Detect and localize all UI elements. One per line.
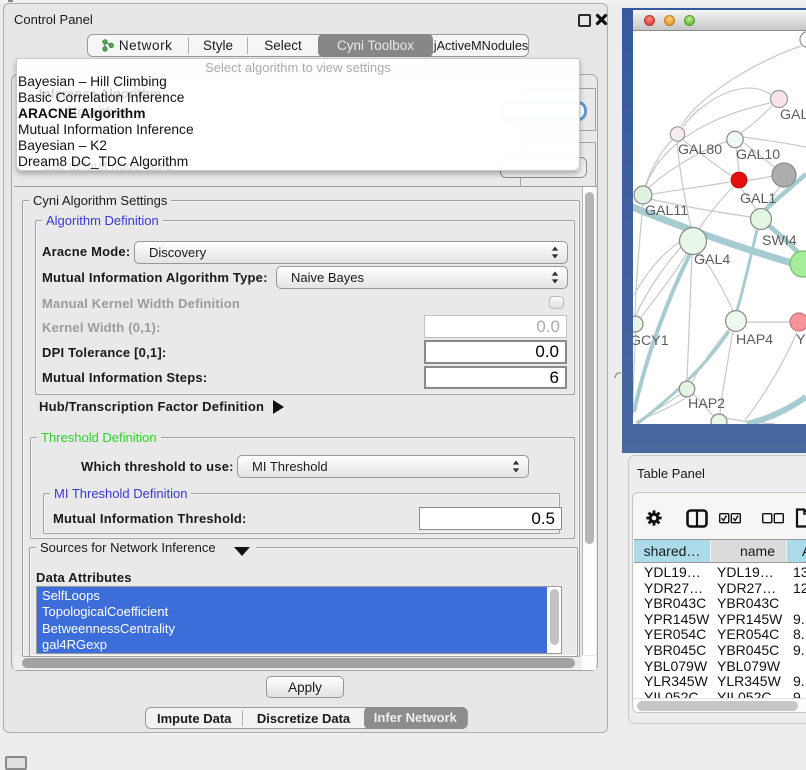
svg-text:GAL: GAL xyxy=(780,107,806,123)
svg-text:HAP2: HAP2 xyxy=(688,396,725,412)
svg-text:GCY1: GCY1 xyxy=(633,333,669,349)
svg-text:HAP4: HAP4 xyxy=(736,332,773,348)
svg-text:GAL1: GAL1 xyxy=(740,191,776,207)
svg-text:GAL11: GAL11 xyxy=(645,203,688,219)
svg-text:GAL10: GAL10 xyxy=(736,147,780,163)
svg-text:SWI4: SWI4 xyxy=(762,233,797,249)
svg-text:GAL4: GAL4 xyxy=(694,252,730,268)
svg-text:Y: Y xyxy=(796,332,806,348)
svg-text:GAL80: GAL80 xyxy=(678,142,722,158)
